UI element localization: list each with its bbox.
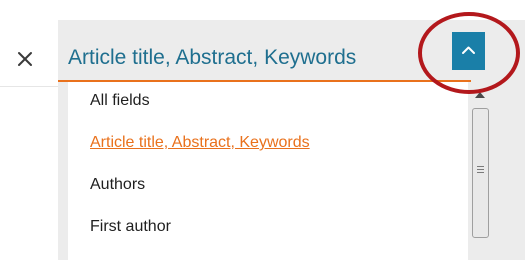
scroll-up-button[interactable] — [471, 88, 489, 100]
scroll-thumb[interactable] — [472, 108, 489, 238]
option-all-fields[interactable]: All fields — [90, 92, 150, 110]
divider — [0, 86, 60, 87]
collapse-dropdown-button[interactable] — [452, 32, 485, 70]
option-article-title-abstract-keywords[interactable]: Article title, Abstract, Keywords — [90, 134, 310, 152]
field-options-list: All fields Article title, Abstract, Keyw… — [68, 82, 468, 260]
field-select-value: Article title, Abstract, Keywords — [68, 46, 357, 69]
remove-field-button[interactable] — [12, 44, 40, 72]
scroll-up-arrow-icon — [475, 92, 485, 98]
close-icon — [18, 52, 32, 66]
field-select[interactable]: Article title, Abstract, Keywords — [58, 20, 510, 80]
chevron-up-icon — [462, 46, 475, 54]
option-authors[interactable]: Authors — [90, 176, 145, 194]
search-field-dropdown-screenshot: Article title, Abstract, Keywords All fi… — [0, 0, 525, 260]
option-first-author[interactable]: First author — [90, 218, 171, 236]
